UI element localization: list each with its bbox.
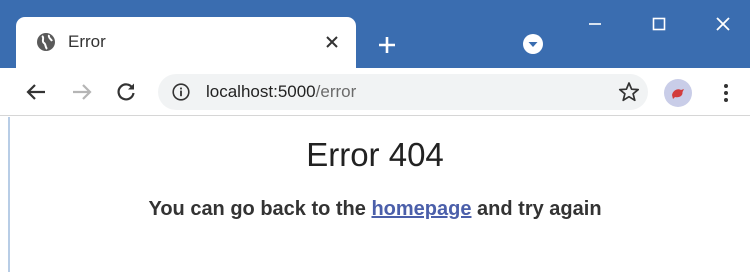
browser-tab[interactable]: Error bbox=[16, 17, 356, 68]
error-message: You can go back to the homepage and try … bbox=[0, 196, 750, 222]
reload-icon bbox=[117, 83, 135, 101]
close-window-button[interactable] bbox=[700, 6, 746, 42]
minimize-icon bbox=[589, 23, 601, 25]
error-heading: Error 404 bbox=[306, 136, 444, 173]
new-tab-button[interactable] bbox=[372, 30, 402, 60]
forward-button[interactable] bbox=[66, 76, 98, 108]
message-text-after: and try again bbox=[471, 198, 602, 220]
tab-close-button[interactable] bbox=[318, 28, 346, 56]
arrow-right-icon bbox=[73, 84, 92, 100]
browser-menu-button[interactable] bbox=[712, 78, 740, 108]
url-text[interactable]: localhost:5000/error bbox=[206, 82, 356, 102]
url-path: /error bbox=[315, 82, 357, 101]
arrow-left-icon bbox=[26, 84, 45, 100]
reload-button[interactable] bbox=[110, 76, 142, 108]
tab-title: Error bbox=[68, 32, 106, 51]
address-bar[interactable]: localhost:5000/error bbox=[158, 74, 648, 110]
minimize-button[interactable] bbox=[572, 6, 618, 42]
maximize-icon bbox=[652, 17, 666, 31]
avatar[interactable] bbox=[664, 79, 692, 107]
back-button[interactable] bbox=[20, 76, 52, 108]
maximize-button[interactable] bbox=[636, 6, 682, 42]
homepage-link[interactable]: homepage bbox=[371, 198, 471, 220]
plus-icon bbox=[379, 37, 395, 53]
star-icon[interactable] bbox=[618, 81, 640, 103]
url-host: localhost:5000 bbox=[206, 82, 316, 101]
chevron-down-icon[interactable] bbox=[522, 33, 544, 55]
message-text-before: You can go back to the bbox=[148, 198, 372, 220]
close-icon bbox=[716, 17, 730, 31]
kebab-menu-icon bbox=[724, 84, 728, 102]
globe-icon bbox=[37, 33, 55, 51]
browser-title-bar: Error bbox=[0, 0, 750, 68]
bird-icon bbox=[672, 89, 684, 99]
browser-toolbar: localhost:5000/error bbox=[0, 68, 750, 116]
info-icon[interactable] bbox=[172, 83, 190, 101]
close-icon bbox=[326, 36, 338, 48]
